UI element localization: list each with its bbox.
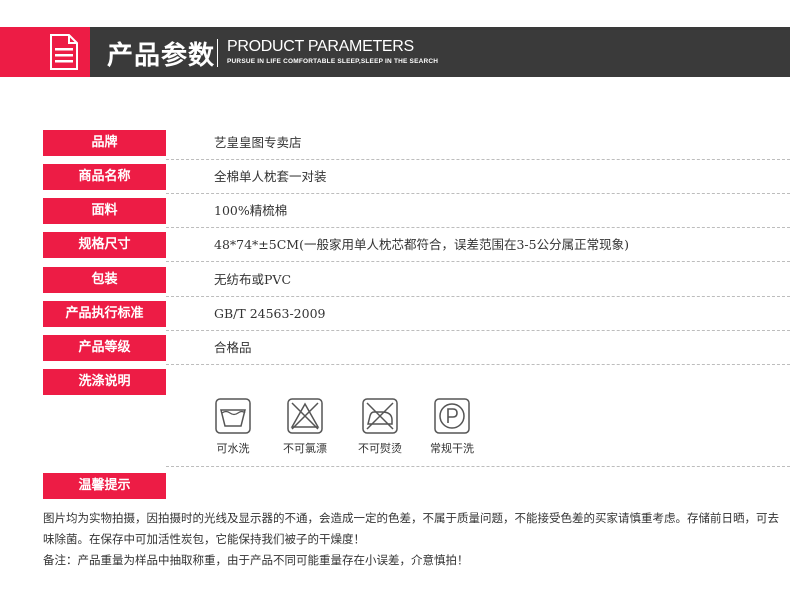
header-banner: 产品参数 PRODUCT PARAMETERS PURSUE IN LIFE C… (0, 27, 790, 77)
param-value: GB/T 24563-2009 (214, 306, 326, 321)
divider (166, 296, 790, 297)
page-title: 产品参数 (107, 41, 216, 71)
param-value: 全棉单人枕套一对装 (214, 169, 327, 184)
wash-caption: 不可熨烫 (358, 442, 402, 455)
page-title-en: PRODUCT PARAMETERS (227, 38, 414, 55)
param-label: 产品执行标准 (43, 301, 166, 327)
param-label: 产品等级 (43, 335, 166, 361)
param-value: 100%精梳棉 (214, 203, 288, 218)
divider (166, 159, 790, 160)
wash-item: 不可氯漂 (275, 398, 335, 456)
divider (166, 227, 790, 228)
notice-paragraph: 图片均为实物拍摄，因拍摄时的光线及显示器的不通，会造成一定的色差，不属于质量问题… (43, 511, 779, 546)
wash-item: 不可熨烫 (350, 398, 410, 456)
divider (166, 466, 790, 467)
wash-icons: 可水洗 不可氯漂 不可熨烫 常规干洗 (214, 398, 494, 460)
wash-caption: 不可氯漂 (283, 442, 327, 455)
wash-caption: 常规干洗 (430, 442, 474, 455)
wash-instructions-row: 洗涤说明 (43, 369, 790, 395)
document-icon (50, 34, 78, 70)
param-label: 包装 (43, 267, 166, 293)
no-bleach-icon (287, 398, 323, 434)
param-row-standard: 产品执行标准 GB/T 24563-2009 (43, 301, 790, 331)
param-label: 商品名称 (43, 164, 166, 190)
wash-item: 常规干洗 (422, 398, 482, 456)
param-value: 48*74*±5CM(一般家用单人枕芯都符合，误差范围在3-5公分属正常现象) (214, 237, 629, 252)
no-iron-icon (362, 398, 398, 434)
divider (166, 193, 790, 194)
machine-wash-icon (215, 398, 251, 434)
wash-item: 可水洗 (203, 398, 263, 456)
param-label: 面料 (43, 198, 166, 224)
notice-remark: 备注：产品重量为样品中抽取称重，由于产品不同可能重量存在小误差，介意慎拍！ (43, 553, 469, 567)
param-row-packaging: 包装 无纺布或PVC (43, 267, 790, 297)
notice-text: 图片均为实物拍摄，因拍摄时的光线及显示器的不通，会造成一定的色差，不属于质量问题… (43, 508, 783, 571)
param-row-grade: 产品等级 合格品 (43, 335, 790, 365)
param-value: 无纺布或PVC (214, 272, 292, 287)
param-row-brand: 品牌 艺皇皇图专卖店 (43, 130, 790, 160)
wash-label: 洗涤说明 (43, 369, 166, 395)
param-value: 合格品 (214, 340, 252, 355)
header-title-bar: 产品参数 PRODUCT PARAMETERS PURSUE IN LIFE C… (90, 27, 790, 77)
param-row-product-name: 商品名称 全棉单人枕套一对装 (43, 164, 790, 194)
param-label: 规格尺寸 (43, 232, 166, 258)
param-label: 品牌 (43, 130, 166, 156)
param-row-size: 规格尺寸 48*74*±5CM(一般家用单人枕芯都符合，误差范围在3-5公分属正… (43, 232, 790, 262)
divider (166, 261, 790, 262)
param-row-fabric: 面料 100%精梳棉 (43, 198, 790, 228)
wash-caption: 可水洗 (216, 442, 250, 455)
page-subtitle: PURSUE IN LIFE COMFORTABLE SLEEP,SLEEP I… (227, 58, 439, 65)
title-divider (217, 39, 218, 67)
tips-label: 温馨提示 (43, 473, 166, 499)
tips-row: 温馨提示 (43, 473, 790, 499)
param-value: 艺皇皇图专卖店 (214, 135, 302, 150)
header-accent (0, 27, 90, 77)
divider (166, 364, 790, 365)
divider (166, 330, 790, 331)
dry-clean-p-icon (434, 398, 470, 434)
